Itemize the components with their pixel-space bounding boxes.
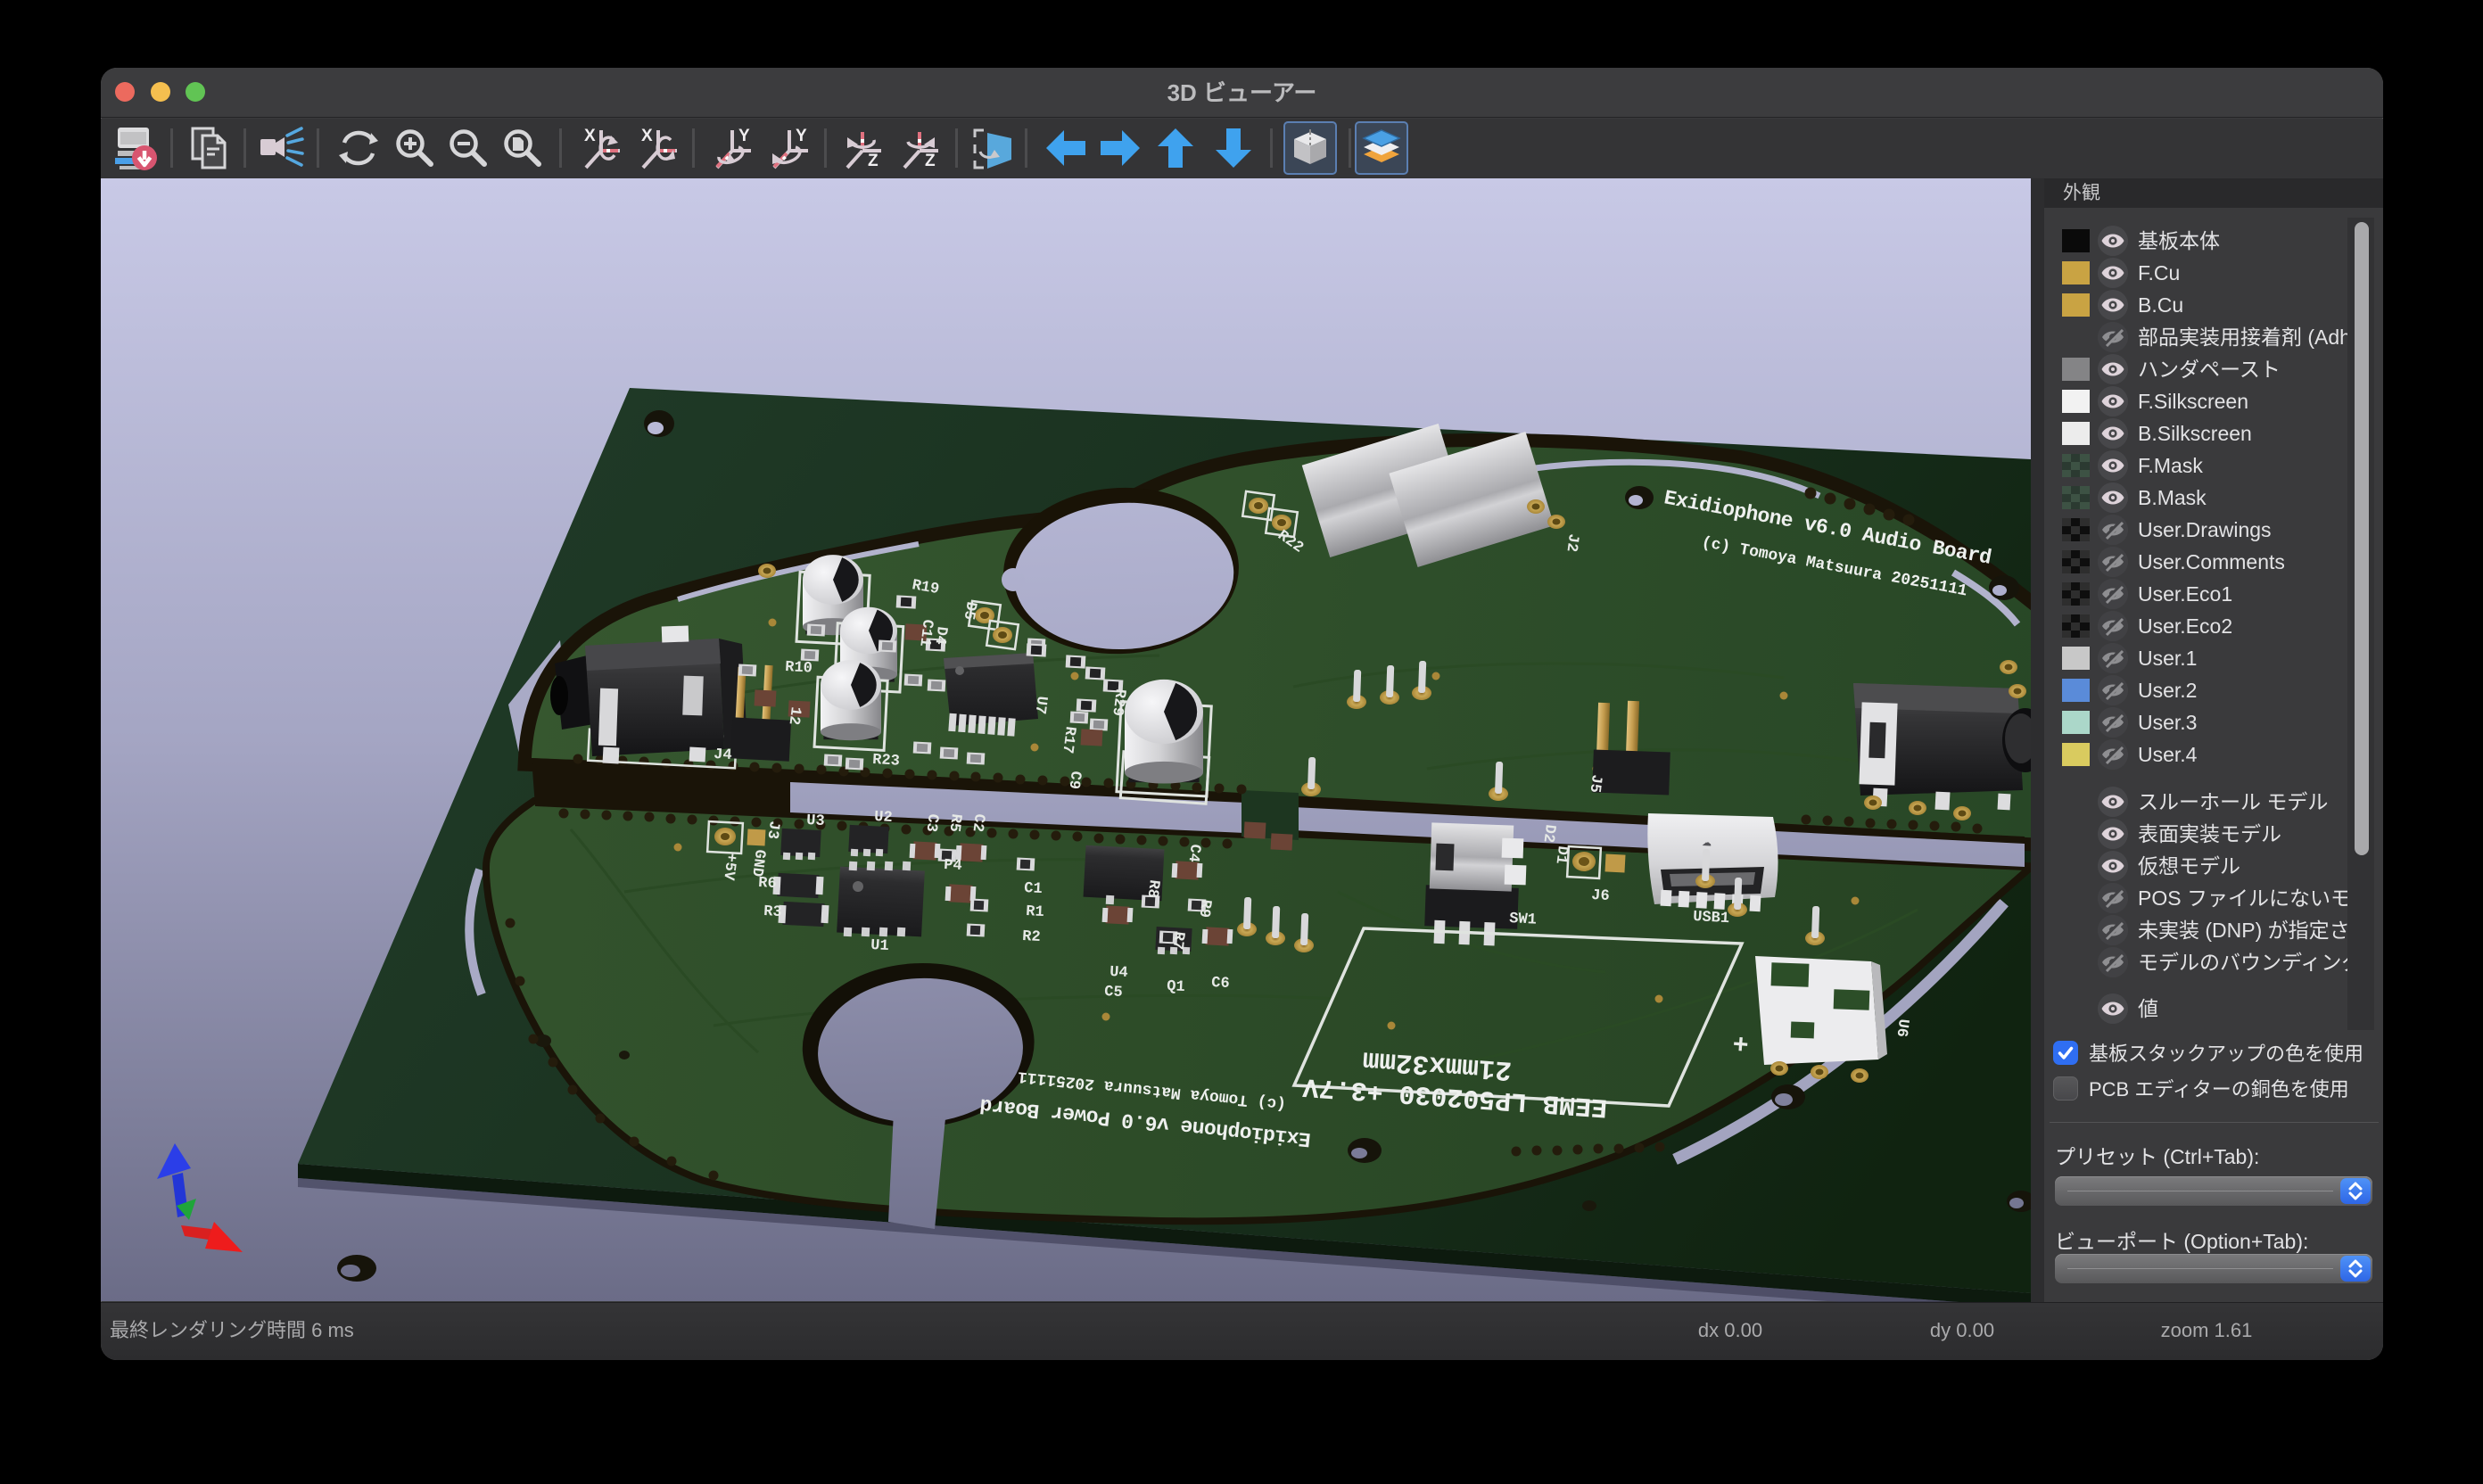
svg-text:R6: R6 — [758, 875, 777, 893]
svg-text:Z: Z — [925, 152, 936, 170]
svg-text:J5: J5 — [1586, 773, 1604, 794]
svg-text:C9: C9 — [1065, 770, 1084, 790]
svg-text:12: 12 — [785, 705, 804, 726]
svg-text:D4: D4 — [931, 625, 950, 646]
svg-text:R1: R1 — [1026, 903, 1044, 921]
svg-text:R5: R5 — [945, 812, 964, 833]
svg-text:C1: C1 — [1024, 880, 1043, 898]
svg-text:U7: U7 — [1031, 695, 1050, 715]
svg-text:R2: R2 — [1022, 928, 1041, 946]
svg-text:D1: D1 — [1552, 845, 1571, 865]
svg-text:R7: R7 — [1168, 930, 1187, 951]
svg-text:D2: D2 — [1539, 823, 1558, 844]
svg-text:D5: D5 — [960, 600, 979, 621]
svg-text:U4: U4 — [1110, 964, 1128, 982]
svg-text:USB1: USB1 — [1693, 909, 1730, 928]
svg-text:J3: J3 — [763, 820, 782, 840]
svg-text:R23: R23 — [872, 752, 901, 771]
svg-text:C4: C4 — [1184, 843, 1203, 863]
svg-text:GND: GND — [747, 848, 768, 878]
svg-text:☁: ☁ — [1702, 837, 1712, 849]
svg-text:+5V: +5V — [719, 852, 739, 881]
svg-text:R29: R29 — [1108, 688, 1128, 717]
svg-text:R10: R10 — [785, 659, 813, 678]
svg-text:P4: P4 — [944, 857, 962, 875]
svg-text:J4: J4 — [714, 746, 732, 764]
svg-text:R8: R8 — [1143, 878, 1162, 899]
svg-text:Z: Z — [868, 152, 879, 170]
svg-text:U6: U6 — [1893, 1018, 1911, 1038]
svg-text:X: X — [584, 127, 596, 145]
svg-text:C6: C6 — [1211, 975, 1230, 993]
svg-text:R17: R17 — [1058, 725, 1078, 754]
svg-text:U3: U3 — [806, 812, 825, 830]
svg-text:J6: J6 — [1591, 887, 1610, 905]
svg-text:+: + — [1731, 1031, 1749, 1062]
svg-text:U2: U2 — [874, 809, 893, 827]
svg-text:Q1: Q1 — [1167, 978, 1185, 996]
svg-text:Y: Y — [738, 127, 750, 145]
svg-text:R3: R3 — [763, 903, 782, 921]
svg-text:C5: C5 — [1104, 984, 1123, 1002]
svg-text:C2: C2 — [969, 812, 987, 833]
svg-text:U1: U1 — [870, 937, 889, 955]
svg-text:C3: C3 — [922, 812, 941, 833]
svg-text:SW1: SW1 — [1509, 911, 1538, 929]
svg-text:J2: J2 — [1563, 532, 1581, 553]
svg-text:Y: Y — [796, 127, 807, 145]
svg-text:X: X — [641, 127, 653, 145]
svg-text:R9: R9 — [1195, 898, 1214, 919]
